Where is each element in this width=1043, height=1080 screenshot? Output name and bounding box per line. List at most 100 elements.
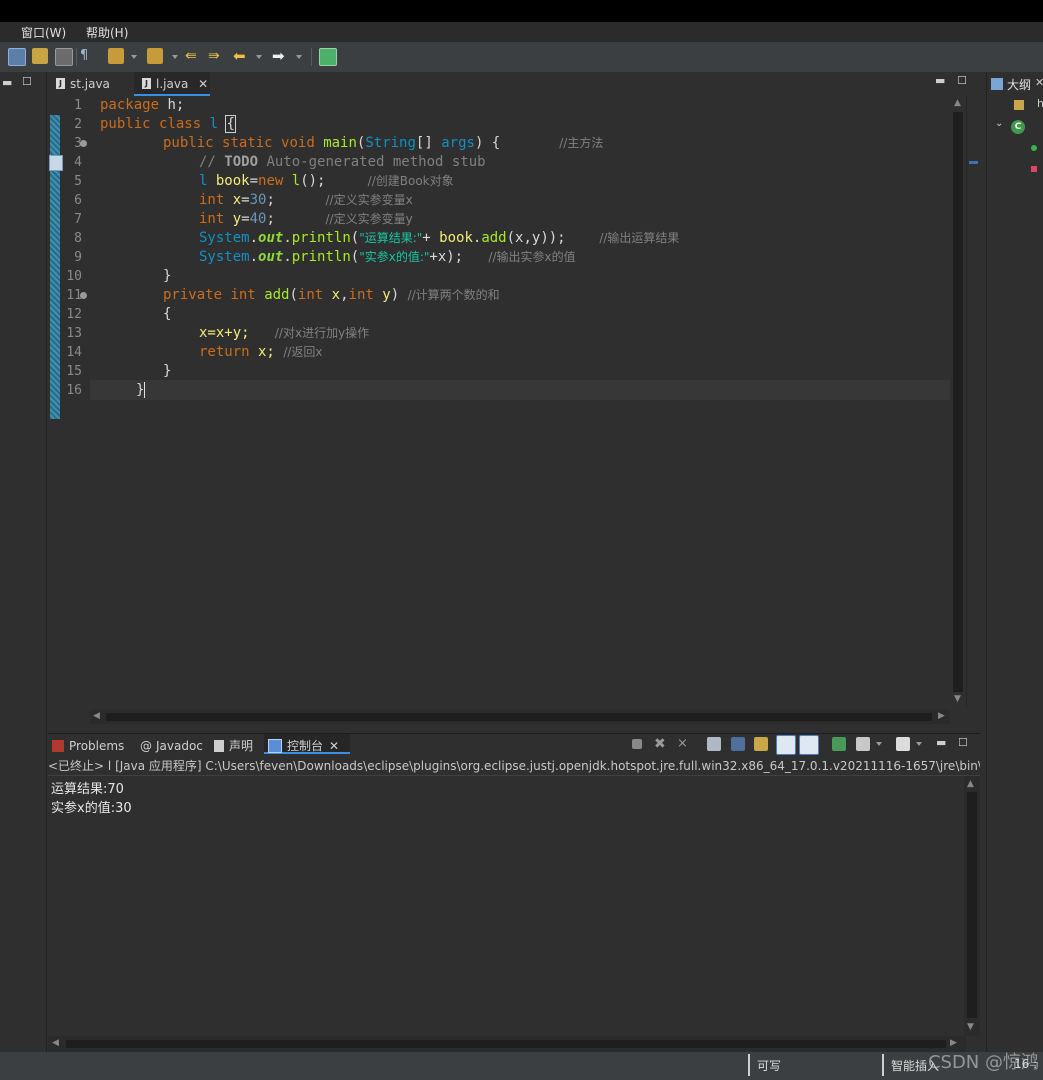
- outline-title[interactable]: 大纲: [1007, 76, 1031, 93]
- outline-item[interactable]: h: [1037, 97, 1043, 110]
- chevron-down-icon[interactable]: [296, 55, 302, 59]
- chevron-down-icon[interactable]: [916, 742, 922, 746]
- code-editor[interactable]: 1 2 3 4 5 6 7 8 9 10 11 12 13 14 15 16 p…: [48, 96, 950, 708]
- code-line-9: System.out.println("实参x的值:"+x); //输出实参x的…: [199, 248, 576, 267]
- toolbar-separator: [76, 48, 77, 66]
- open-perspective-icon[interactable]: [319, 48, 337, 66]
- maximize-icon[interactable]: ☐: [958, 736, 968, 749]
- minimize-icon[interactable]: ▬: [936, 736, 946, 749]
- scroll-up-icon[interactable]: ▲: [954, 98, 961, 108]
- comment: Auto-generated method stub: [258, 154, 486, 170]
- edit-mode-icon[interactable]: [8, 48, 26, 66]
- code-text: {: [163, 306, 172, 322]
- private-method-icon[interactable]: [1031, 166, 1037, 172]
- pin-console-icon[interactable]: [832, 737, 846, 751]
- chevron-down-icon[interactable]: [172, 55, 178, 59]
- tab-console[interactable]: 控制台 ✕: [264, 734, 350, 754]
- comment: //: [199, 154, 225, 170]
- close-icon[interactable]: ✕: [1035, 76, 1043, 89]
- word-wrap-icon[interactable]: [754, 737, 768, 751]
- new-console-icon[interactable]: [896, 737, 910, 751]
- console-horizontal-scrollbar[interactable]: ◀ ▶: [48, 1036, 966, 1052]
- forward-arrow-icon[interactable]: ➡: [272, 48, 288, 64]
- chevron-down-icon[interactable]: ⌄: [995, 118, 1003, 129]
- scroll-left-icon[interactable]: ◀: [93, 711, 100, 721]
- show-whitespace-icon[interactable]: ¶: [80, 48, 96, 64]
- public-method-icon[interactable]: [1031, 145, 1037, 151]
- tab-l-java[interactable]: Jl.java ✕: [134, 72, 210, 96]
- console-output[interactable]: 运算结果:70 实参x的值:30: [48, 776, 966, 1036]
- remove-launch-icon[interactable]: ✖: [654, 737, 668, 751]
- tab-label: Javadoc: [156, 739, 203, 753]
- show-on-stderr-icon[interactable]: [799, 735, 819, 755]
- scroll-down-icon[interactable]: ▼: [967, 1022, 974, 1032]
- tab-problems[interactable]: Problems: [52, 738, 124, 754]
- open-type-icon[interactable]: [32, 48, 48, 64]
- scroll-up-icon[interactable]: ▲: [967, 779, 974, 789]
- class-icon[interactable]: C: [1011, 120, 1025, 134]
- terminate-icon[interactable]: [632, 739, 642, 749]
- menu-help[interactable]: 帮助(H): [86, 24, 128, 41]
- package-icon: [1014, 100, 1024, 110]
- keyword: int: [230, 287, 256, 303]
- close-icon[interactable]: ✕: [198, 77, 208, 91]
- remove-all-icon[interactable]: ⨯: [677, 737, 691, 751]
- task-marker-icon[interactable]: [49, 155, 63, 171]
- comment: //输出实参x的值: [488, 250, 576, 264]
- keyword: private: [163, 287, 223, 303]
- tab-javadoc[interactable]: @ Javadoc: [140, 738, 203, 754]
- show-on-stdout-icon[interactable]: [776, 735, 796, 755]
- tab-declaration[interactable]: 声明: [214, 738, 253, 754]
- keyword: int: [199, 211, 225, 227]
- minimize-icon[interactable]: ▬: [935, 74, 945, 87]
- code-text: }: [136, 382, 145, 398]
- string-literal: "实参x的值:": [359, 250, 430, 264]
- toolbar: ¶ ⇚ ⇛ ⬅ ➡: [0, 42, 1043, 72]
- back-arrow-icon[interactable]: ⬅: [233, 48, 249, 64]
- scroll-down-icon[interactable]: ▼: [954, 694, 961, 704]
- minimize-icon[interactable]: ▬: [2, 76, 12, 89]
- method-name: add: [264, 287, 290, 303]
- comment: //创建Book对象: [367, 174, 454, 188]
- overview-ruler[interactable]: [966, 96, 981, 708]
- console-vertical-scrollbar[interactable]: ▲ ▼: [964, 776, 980, 1036]
- maximize-icon[interactable]: ☐: [22, 75, 32, 88]
- close-icon[interactable]: ✕: [329, 739, 339, 753]
- scrollbar-track[interactable]: [967, 792, 977, 1018]
- code-line-16: }: [136, 381, 146, 400]
- clear-console-icon[interactable]: [707, 737, 721, 751]
- chevron-down-icon[interactable]: [256, 55, 262, 59]
- fold-marker-icon[interactable]: [80, 292, 87, 299]
- code-text: x;: [249, 344, 275, 360]
- scroll-right-icon[interactable]: ▶: [938, 711, 945, 721]
- next-annotation-icon[interactable]: [108, 48, 124, 64]
- fold-marker-icon[interactable]: [80, 140, 87, 147]
- maximize-icon[interactable]: ☐: [957, 74, 967, 87]
- left-panel: ▬ ☐: [0, 72, 47, 1052]
- line-number: 2: [74, 117, 82, 132]
- line-number: 15: [66, 364, 82, 379]
- editor-vertical-scrollbar[interactable]: ▲ ▼: [950, 96, 966, 708]
- previous-annotation-icon[interactable]: [147, 48, 163, 64]
- editor-horizontal-scrollbar[interactable]: ◀ ▶: [90, 710, 950, 724]
- chevron-down-icon[interactable]: [876, 742, 882, 746]
- line-number: 5: [74, 174, 82, 189]
- task-annotation-marker[interactable]: [969, 161, 978, 164]
- menu-bar: 窗口(W) 帮助(H): [0, 22, 1043, 42]
- forward-edit-icon[interactable]: ⇛: [208, 48, 224, 64]
- scroll-right-icon[interactable]: ▶: [950, 1038, 957, 1048]
- chevron-down-icon[interactable]: [131, 55, 137, 59]
- scroll-lock-icon[interactable]: [731, 737, 745, 751]
- last-edit-icon[interactable]: ⇚: [185, 48, 201, 64]
- outline-panel: 大纲 ✕ h ⌄ C: [986, 72, 1043, 1052]
- block-selection-icon[interactable]: [55, 48, 73, 66]
- display-console-icon[interactable]: [856, 737, 870, 751]
- scrollbar-track[interactable]: [953, 112, 963, 692]
- scrollbar-track[interactable]: [66, 1040, 946, 1048]
- scroll-left-icon[interactable]: ◀: [52, 1038, 59, 1048]
- tab-st-java[interactable]: Jst.java: [56, 72, 128, 96]
- scrollbar-track[interactable]: [106, 713, 932, 721]
- outline-icon: [991, 78, 1003, 90]
- menu-window[interactable]: 窗口(W): [21, 24, 66, 41]
- method-name: println: [291, 249, 351, 265]
